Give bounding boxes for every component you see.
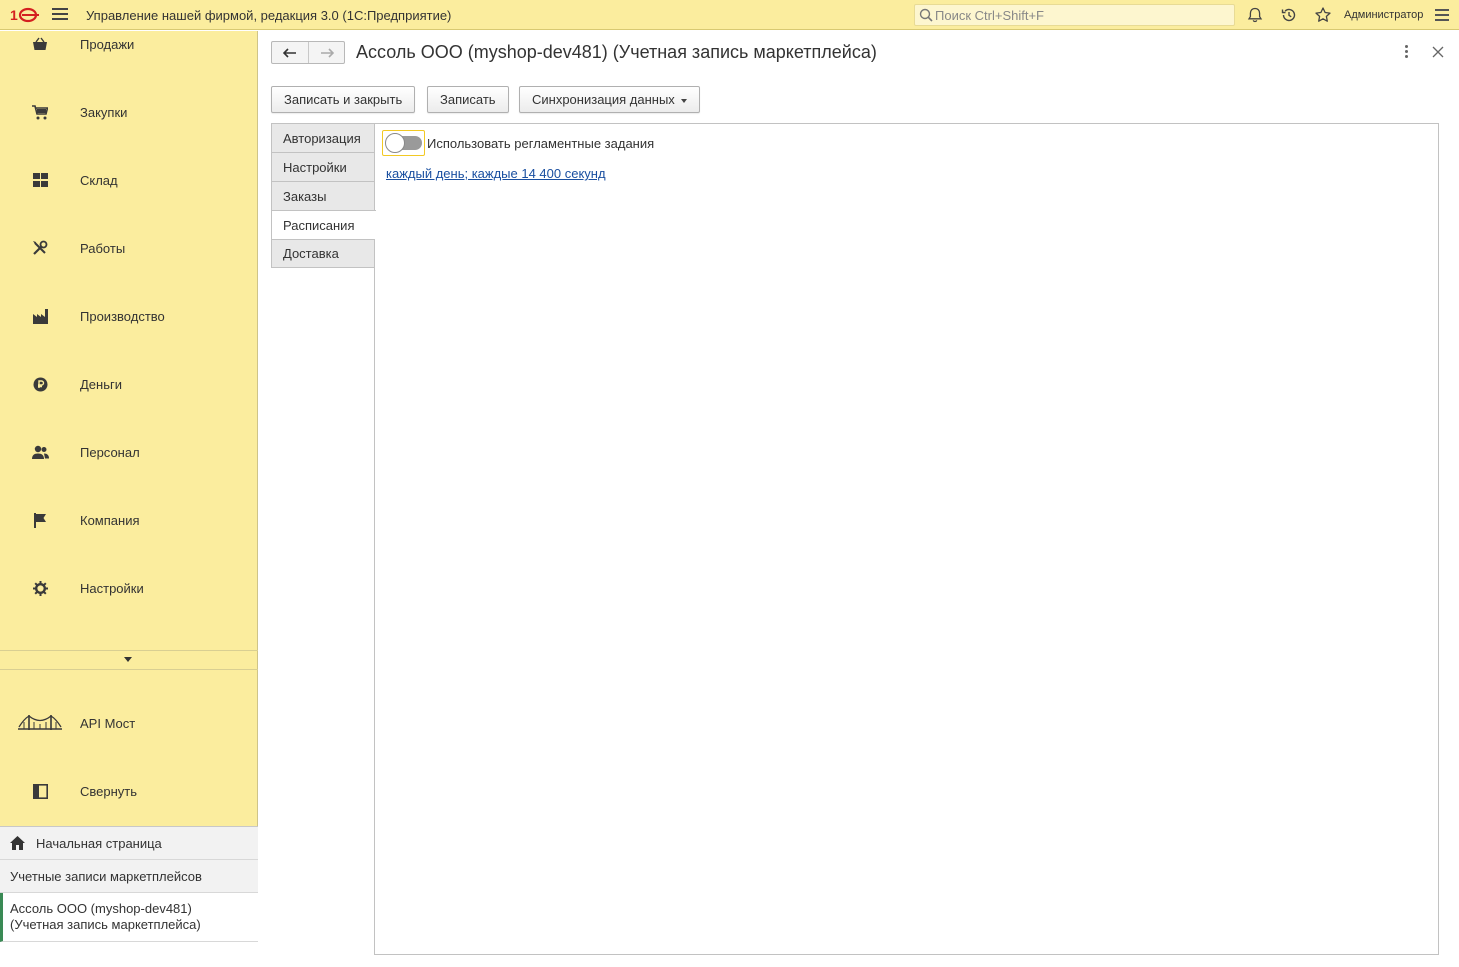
sidebar-item-label: Персонал — [80, 444, 140, 460]
open-window-label: Ассоль ООО (myshop-dev481) (Учетная запи… — [10, 901, 201, 932]
dropdown-caret-icon — [680, 99, 687, 103]
sidebar-item-warehouse[interactable]: Склад — [0, 146, 258, 214]
sidebar-item-sales[interactable]: Продажи — [0, 10, 258, 78]
tab-orders[interactable]: Заказы — [271, 181, 375, 210]
tab-settings[interactable]: Настройки — [271, 152, 375, 181]
arrow-left-icon — [283, 47, 296, 58]
sidebar-item-works[interactable]: Работы — [0, 214, 258, 282]
sync-data-button[interactable]: Синхронизация данных — [519, 86, 700, 113]
divider — [0, 650, 258, 651]
toggle-track — [384, 133, 422, 153]
sidebar-item-label: Деньги — [80, 376, 122, 392]
open-windows-panel: Начальная страница Учетные записи маркет… — [0, 826, 258, 967]
sidebar-item-personnel[interactable]: Персонал — [0, 418, 258, 486]
search-box[interactable] — [914, 4, 1235, 26]
sidebar-item-label: Закупки — [80, 104, 128, 120]
sidebar-item-label: Настройки — [80, 580, 144, 596]
back-button[interactable] — [272, 42, 308, 63]
save-button[interactable]: Записать — [427, 86, 509, 113]
sidebar-item-collapse[interactable]: Свернуть — [0, 757, 258, 825]
divider — [0, 669, 258, 670]
tab-label: Авторизация — [283, 130, 361, 146]
tab-bar: Авторизация Настройки Заказы Расписания … — [271, 123, 376, 268]
tab-delivery[interactable]: Доставка — [271, 239, 375, 268]
gear-icon — [31, 579, 49, 597]
open-window-current[interactable]: Ассоль ООО (myshop-dev481) (Учетная запи… — [0, 893, 258, 942]
sidebar-item-label: Свернуть — [80, 783, 138, 799]
warehouse-icon — [31, 171, 49, 189]
history-icon[interactable] — [1280, 6, 1298, 24]
scheduled-jobs-toggle[interactable] — [382, 130, 425, 156]
sidebar-item-company[interactable]: Компания — [0, 486, 258, 554]
page-title: Ассоль ООО (myshop-dev481) (Учетная запи… — [356, 42, 877, 62]
tab-label: Доставка — [283, 246, 339, 261]
search-input[interactable] — [935, 7, 1225, 23]
ruble-icon — [31, 375, 49, 393]
sidebar-item-production[interactable]: Производство — [0, 282, 258, 350]
sidebar-item-label: Склад — [80, 172, 118, 188]
sidebar-item-label: Компания — [80, 512, 140, 528]
sidebar-item-purchases[interactable]: Закупки — [0, 78, 258, 146]
search-icon — [919, 8, 933, 22]
open-window-list[interactable]: Учетные записи маркетплейсов — [0, 860, 258, 893]
user-name[interactable]: Администратор — [1344, 9, 1423, 21]
tab-panel-schedules: Использовать регламентные задания каждый… — [374, 123, 1439, 955]
chevron-down-icon[interactable] — [123, 657, 133, 663]
bell-icon[interactable] — [1246, 6, 1264, 24]
history-nav — [271, 41, 345, 64]
more-actions-icon[interactable] — [1405, 45, 1409, 59]
home-icon — [10, 836, 25, 850]
form-area: Ассоль ООО (myshop-dev481) (Учетная запи… — [259, 31, 1459, 967]
sidebar-item-money[interactable]: Деньги — [0, 350, 258, 418]
tab-label: Заказы — [283, 188, 327, 204]
scheduled-jobs-label: Использовать регламентные задания — [427, 136, 655, 151]
tab-label: Расписания — [283, 217, 355, 233]
button-label: Синхронизация данных — [532, 92, 675, 107]
sidebar-item-settings[interactable]: Настройки — [0, 554, 258, 622]
sidebar-item-label: Продажи — [80, 36, 135, 52]
close-icon[interactable] — [1432, 46, 1444, 58]
sidebar-item-api-bridge[interactable]: API Мост — [0, 689, 258, 757]
flag-icon — [31, 511, 49, 529]
tools-icon — [31, 239, 49, 257]
tab-schedules[interactable]: Расписания — [271, 210, 376, 239]
cart-icon — [31, 103, 49, 121]
bridge-icon — [17, 714, 63, 732]
settings-menu-icon[interactable] — [1435, 9, 1449, 21]
tab-label: Настройки — [283, 159, 347, 175]
star-icon[interactable] — [1314, 6, 1332, 24]
open-window-label: Учетные записи маркетплейсов — [10, 868, 202, 884]
save-and-close-button[interactable]: Записать и закрыть — [271, 86, 416, 113]
button-label: Записать и закрыть — [284, 92, 403, 107]
toggle-knob — [384, 133, 405, 153]
forward-button[interactable] — [308, 42, 344, 63]
button-label: Записать — [440, 92, 496, 107]
arrow-right-icon — [320, 47, 334, 58]
schedule-link[interactable]: каждый день; каждые 14 400 секунд — [386, 166, 606, 181]
sidebar-item-label: Работы — [80, 240, 126, 256]
sidebar-item-label: Производство — [80, 308, 165, 324]
factory-icon — [31, 307, 49, 325]
open-window-home[interactable]: Начальная страница — [0, 827, 258, 860]
sidebar-item-label: API Мост — [80, 715, 136, 731]
open-window-label: Начальная страница — [36, 835, 162, 851]
basket-icon — [31, 35, 49, 53]
tab-authorization[interactable]: Авторизация — [271, 123, 375, 152]
collapse-panel-icon — [31, 782, 49, 800]
people-icon — [31, 443, 49, 461]
